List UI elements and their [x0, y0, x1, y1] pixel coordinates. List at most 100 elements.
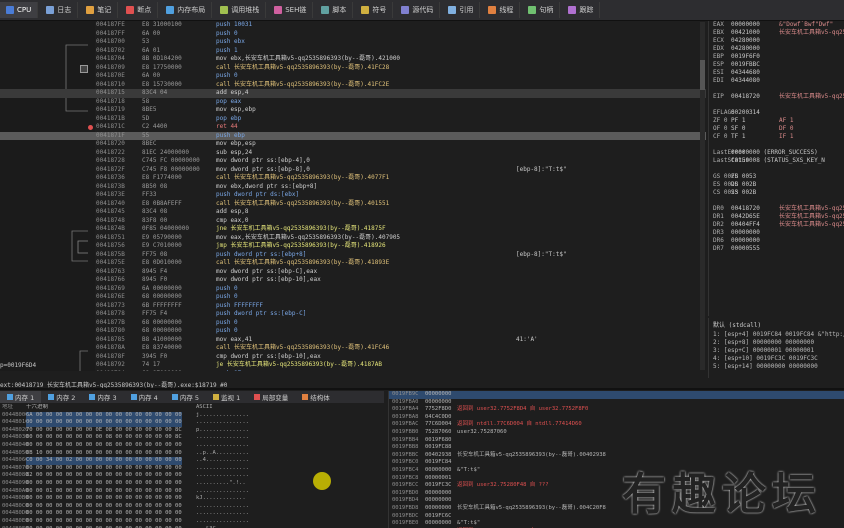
disasm-row[interactable]: 0041873E FF33 push dword ptr ds:[ebx]: [0, 191, 706, 200]
register-row[interactable]: LastError 00000000 (ERROR_SUCCESS): [709, 149, 844, 157]
dump-row[interactable]: 0044B0B0 00 00 00 00 00 00 00 00 00 00 00…: [0, 495, 384, 503]
disasm-row[interactable]: 00418778 FF75 F4 push dword ptr ss:[ebp-C]: [0, 310, 706, 319]
register-row[interactable]: ESP 0019FBBC: [709, 61, 844, 69]
dump-row[interactable]: 0044B040 00 00 00 00 00 00 00 00 08 00 00…: [0, 442, 384, 450]
register-row[interactable]: [709, 141, 844, 149]
register-row[interactable]: DR1 0042D65E 长安车机工具箱v5-qq253589: [709, 213, 844, 221]
tab-seh[interactable]: SEH链: [268, 2, 314, 18]
register-row[interactable]: EFLAGS 00200314: [709, 109, 844, 117]
call-argument-row[interactable]: 2: [esp+8] 00000000 00000000: [709, 339, 844, 347]
disasm-row[interactable]: 0041870E 6A 00 push 0: [0, 72, 706, 81]
disasm-row[interactable]: 00418722 81EC 24000000 sub esp,24: [0, 149, 706, 158]
register-row[interactable]: ECX 04280000: [709, 37, 844, 45]
disasm-row[interactable]: 00418748 83F8 00 cmp eax,0: [0, 217, 706, 226]
calling-convention[interactable]: 默认 (stdcall): [709, 318, 844, 331]
disasm-row[interactable]: 00418756 E9 C7010000 jmp 长安车机工具箱v5-qq25358…: [0, 242, 706, 251]
register-row[interactable]: [709, 165, 844, 173]
register-row[interactable]: OF 0 SF 0 DF 0: [709, 125, 844, 133]
disasm-row[interactable]: 0041872F C745 F8 00000000 mov dword ptr ss…: [0, 166, 706, 175]
tab-references[interactable]: 引用: [442, 2, 481, 18]
dump-tab-6[interactable]: 监视 1: [206, 391, 247, 403]
dump-row[interactable]: 0044B050 0B 10 00 00 00 00 00 00 00 00 00…: [0, 450, 384, 458]
stack-row[interactable]: 0019FB9C 00000000: [389, 391, 844, 399]
register-row[interactable]: DR0 00418720 长安车机工具箱v5-qq253589: [709, 205, 844, 213]
disasm-row[interactable]: 0041878F 3945 F0 cmp dword ptr ss:[ebp-10]…: [0, 353, 706, 362]
disasm-row[interactable]: 00418740 E8 0B8AFEFF call 长安车机工具箱v5-qq2535…: [0, 200, 706, 209]
disasm-row[interactable]: 0041876E 68 00000000 push 0: [0, 293, 706, 302]
disasm-row[interactable]: 00418769 6A 00000000 push 0: [0, 285, 706, 294]
tab-script[interactable]: 脚本: [315, 2, 354, 18]
tab-log[interactable]: 日志: [40, 2, 79, 18]
tab-notes[interactable]: 笔记: [80, 2, 119, 18]
disasm-row[interactable]: 00418718 58 pop eax: [0, 98, 706, 107]
dump-row[interactable]: 0044B020 70 00 00 00 00 00 00 0E 08 00 00…: [0, 427, 384, 435]
stack-row[interactable]: 0019FBB8 0019FC88: [389, 444, 844, 452]
disasm-row[interactable]: 0041871F 55 push ebp: [0, 131, 706, 140]
disasm-row[interactable]: 00418700 53 push ebx: [0, 38, 706, 47]
dump-tab-3[interactable]: 内存 3: [82, 391, 123, 403]
register-row[interactable]: [709, 85, 844, 93]
tab-memory-map[interactable]: 内存布局: [160, 2, 213, 18]
register-row[interactable]: EDI 04344080: [709, 77, 844, 85]
disasm-row[interactable]: 00418763 8945 F4 mov dword ptr ss:[ebp-C],…: [0, 268, 706, 277]
disasm-row[interactable]: 00418728 C745 FC 00000000 mov dword ptr ss…: [0, 157, 706, 166]
register-row[interactable]: EBX 00421000 长安车机工具箱v5-qq253589: [709, 29, 844, 37]
stack-row[interactable]: 0019FBB4 0019F680: [389, 437, 844, 445]
register-row[interactable]: EBP 0019F6F0: [709, 53, 844, 61]
dump-row[interactable]: 0044B030 00 00 00 00 00 00 00 00 08 00 00…: [0, 434, 384, 442]
disasm-row[interactable]: 00418736 E8 F1774000 call 长安车机工具箱v5-qq2535…: [0, 174, 706, 183]
disasm-row[interactable]: 00418780 68 00000000 push 0: [0, 327, 706, 336]
disasm-row[interactable]: 00418715 83C4 04 add esp,4: [0, 89, 706, 98]
tab-callstack[interactable]: 调用堆栈: [214, 2, 267, 18]
tab-threads[interactable]: 线程: [482, 2, 521, 18]
tab-handles[interactable]: 句柄: [522, 2, 561, 18]
register-row[interactable]: EAX 00000000 &"Dowf`Bwf"Dwf": [709, 21, 844, 29]
dump-tab-7[interactable]: 局部变量: [247, 391, 295, 403]
disasm-row[interactable]: 0041873B 8B50 08 mov ebx,dword ptr ss:[ebp…: [0, 183, 706, 192]
disasm-row[interactable]: 00418709 E8 17750000 call 长安车机工具箱v5-qq2535…: [0, 64, 706, 73]
disasm-row[interactable]: 0041877B 68 00000000 push 0: [0, 319, 706, 328]
disasm-row[interactable]: 00418751 E9 05790000 mov eax,长安车机工具箱v5-qq2…: [0, 234, 706, 243]
register-row[interactable]: [709, 101, 844, 109]
tab-source[interactable]: 源代码: [395, 2, 441, 18]
dump-tab-1[interactable]: 内存 1: [0, 391, 42, 403]
tab-breakpoint[interactable]: 断点: [120, 2, 159, 18]
dump-row[interactable]: 0044B010 00 00 00 00 00 00 00 00 00 00 00…: [0, 419, 384, 427]
call-argument-row[interactable]: 5: [esp+14] 00000000 00000000: [709, 363, 844, 371]
disasm-row[interactable]: 00418710 E8 15730000 call 长安车机工具箱v5-qq2535…: [0, 81, 706, 90]
disasm-row[interactable]: 004187FE E8 31000100 push 10031: [0, 21, 706, 30]
pane-divider[interactable]: [0, 388, 844, 390]
register-row[interactable]: GS 002B FS 0053: [709, 173, 844, 181]
disassembly-pane[interactable]: 004187FE E8 31000100 push 10031 004187FF 6A …: [0, 21, 706, 371]
register-row[interactable]: EDX 04280000: [709, 45, 844, 53]
disasm-row[interactable]: 00418785 B8 41000000 mov eax,41: [0, 336, 706, 345]
register-row[interactable]: EIP 00418720 长安车机工具箱v5-qq253589: [709, 93, 844, 101]
call-argument-row[interactable]: 1: [esp+4] 0019FC84 0019FC84 &"http://: [709, 331, 844, 339]
disasm-row[interactable]: 00418745 83C4 08 add esp,8: [0, 208, 706, 217]
register-row[interactable]: DR3 00000000: [709, 229, 844, 237]
disasm-row[interactable]: 00418719 8BE5 mov esp,ebp: [0, 106, 706, 115]
dump-row[interactable]: 0044B070 00 00 00 00 00 00 00 00 00 00 00…: [0, 465, 384, 473]
dump-row[interactable]: 0044B0D0 00 00 00 00 00 00 00 00 00 00 00…: [0, 510, 384, 518]
disasm-row[interactable]: 0041871C C2 4400 ret 44: [0, 123, 706, 132]
tab-symbols[interactable]: 符号: [355, 2, 394, 18]
stack-row[interactable]: 0019FBB0 75287060 user32.75287060: [389, 429, 844, 437]
register-row[interactable]: [709, 197, 844, 205]
breakpoint-marker-icon[interactable]: [88, 125, 93, 130]
bookmark-marker-icon[interactable]: [80, 64, 88, 73]
disasm-row[interactable]: 0041874B 0F85 04000000 jne 长安车机工具箱v5-qq253…: [0, 225, 706, 234]
register-row[interactable]: DR7 00000555: [709, 245, 844, 253]
register-row[interactable]: ESI 04344680: [709, 69, 844, 77]
stack-row[interactable]: 0019FBAC 77C6D004 返回到 ntdll.77C6D004 自 ntd…: [389, 421, 844, 429]
disasm-row[interactable]: 00418773 6B FFFFFFFF push FFFFFFFF: [0, 302, 706, 311]
register-row[interactable]: CF 0 TF 1 IF 1: [709, 133, 844, 141]
dump-tab-8[interactable]: 结构体: [295, 391, 337, 403]
tab-trace[interactable]: 跟踪: [562, 2, 601, 18]
call-argument-row[interactable]: 3: [esp+C] 00000001 00000001: [709, 347, 844, 355]
dump-row[interactable]: 0044B060 C0 00 34 00 02 00 00 00 00 00 00…: [0, 457, 384, 465]
register-row[interactable]: ES 002B DS 002B: [709, 181, 844, 189]
memory-dump-pane[interactable]: 地址 十六进制 ASCII 0044B000 6A 00 00 00 00 00 …: [0, 404, 384, 528]
disasm-row[interactable]: 0041875B FF75 08 push dword ptr ss:[ebp+8]: [0, 251, 706, 260]
register-row[interactable]: ZF 0 PF 1 AF 1: [709, 117, 844, 125]
dump-tab-5[interactable]: 内存 5: [165, 391, 206, 403]
